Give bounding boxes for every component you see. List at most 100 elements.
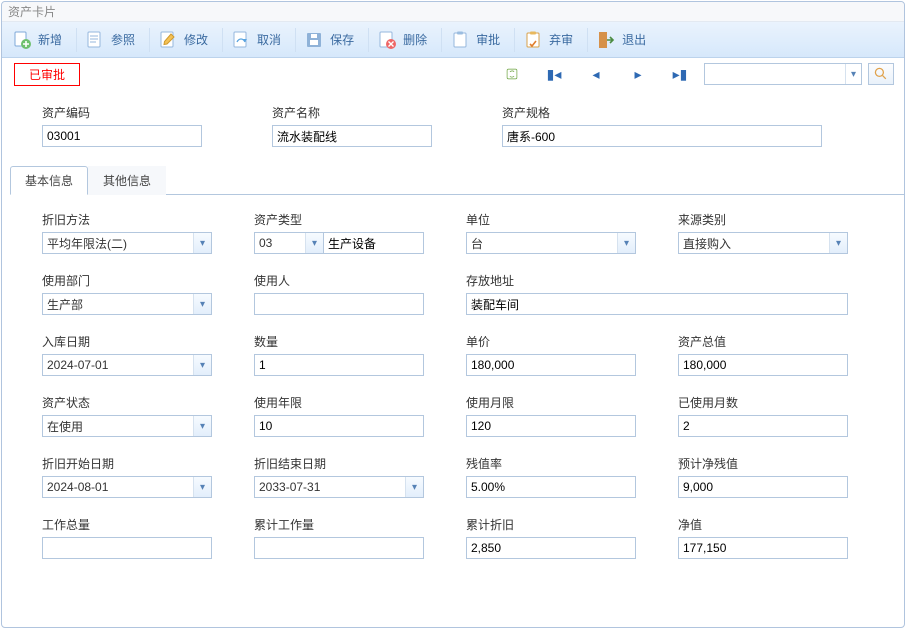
search-input[interactable]: [705, 64, 845, 84]
separator: [368, 28, 369, 52]
qty-input[interactable]: [254, 354, 424, 376]
dep-start-field: 折旧开始日期 2024-08-01▾: [42, 455, 212, 498]
header-fields: 资产编码 资产名称 资产规格: [2, 90, 904, 155]
refer-button[interactable]: 参照: [81, 25, 145, 55]
unapprove-icon: [523, 30, 543, 50]
chevron-down-icon[interactable]: ▾: [193, 416, 211, 436]
next-icon[interactable]: ▸: [628, 64, 648, 84]
net-value-input[interactable]: [678, 537, 848, 559]
asset-name-input[interactable]: [272, 125, 432, 147]
edit-button[interactable]: 修改: [154, 25, 218, 55]
asset-spec-field: 资产规格: [502, 104, 682, 147]
depreciation-method-field: 折旧方法 平均年限法(二)▾: [42, 211, 212, 254]
tab-other[interactable]: 其他信息: [88, 166, 166, 195]
edit-icon: [158, 30, 178, 50]
window-title: 资产卡片: [2, 2, 904, 22]
search-button[interactable]: [868, 63, 894, 85]
unit-field: 单位 台▾: [466, 211, 636, 254]
used-months-input[interactable]: [678, 415, 848, 437]
qty-field: 数量: [254, 333, 424, 376]
in-date-combo[interactable]: 2024-07-01▾: [42, 354, 212, 376]
new-button[interactable]: 新增: [8, 25, 72, 55]
unapprove-button[interactable]: 弃审: [519, 25, 583, 55]
save-icon: [304, 30, 324, 50]
source-combo[interactable]: 直接购入▾: [678, 232, 848, 254]
unit-combo[interactable]: 台▾: [466, 232, 636, 254]
refer-icon: [85, 30, 105, 50]
asset-code-input[interactable]: [42, 125, 202, 147]
work-total-input[interactable]: [42, 537, 212, 559]
delete-icon: [377, 30, 397, 50]
net-salvage-field: 预计净残值: [678, 455, 848, 498]
in-date-field: 入库日期 2024-07-01▾: [42, 333, 212, 376]
years-input[interactable]: [254, 415, 424, 437]
dep-accum-field: 累计折旧: [466, 516, 636, 559]
save-button[interactable]: 保存: [300, 25, 364, 55]
location-input[interactable]: [466, 293, 848, 315]
dept-field: 使用部门 生产部▾: [42, 272, 212, 315]
chevron-down-icon[interactable]: ▾: [829, 233, 847, 253]
user-input[interactable]: [254, 293, 424, 315]
net-value-field: 净值: [678, 516, 848, 559]
tab-basic[interactable]: 基本信息: [10, 166, 88, 195]
status-field: 资产状态 在使用▾: [42, 394, 212, 437]
asset-code-field: 资产编码: [42, 104, 222, 147]
first-icon[interactable]: ▮◂: [544, 64, 564, 84]
status-badge: 已审批: [14, 63, 80, 86]
asset-type-text[interactable]: [324, 232, 424, 254]
cancel-button[interactable]: 取消: [227, 25, 291, 55]
price-input[interactable]: [466, 354, 636, 376]
dep-end-combo[interactable]: 2033-07-31▾: [254, 476, 424, 498]
chevron-down-icon[interactable]: ▾: [617, 233, 635, 253]
price-field: 单价: [466, 333, 636, 376]
approve-button[interactable]: 审批: [446, 25, 510, 55]
separator: [149, 28, 150, 52]
new-icon: [12, 30, 32, 50]
used-months-field: 已使用月数: [678, 394, 848, 437]
user-field: 使用人: [254, 272, 424, 315]
chevron-down-icon[interactable]: ▾: [193, 294, 211, 314]
separator: [76, 28, 77, 52]
location-field: 存放地址: [466, 272, 848, 315]
dept-combo[interactable]: 生产部▾: [42, 293, 212, 315]
delete-button[interactable]: 删除: [373, 25, 437, 55]
separator: [295, 28, 296, 52]
months-field: 使用月限: [466, 394, 636, 437]
salvage-rate-input[interactable]: [466, 476, 636, 498]
separator: [222, 28, 223, 52]
asset-type-field: 资产类型 03▾: [254, 211, 424, 254]
separator: [587, 28, 588, 52]
separator: [441, 28, 442, 52]
net-salvage-input[interactable]: [678, 476, 848, 498]
work-accum-input[interactable]: [254, 537, 424, 559]
chevron-down-icon[interactable]: ▾: [845, 64, 861, 84]
asset-type-combo[interactable]: 03▾: [254, 232, 324, 254]
status-combo[interactable]: 在使用▾: [42, 415, 212, 437]
chevron-down-icon[interactable]: ▾: [405, 477, 423, 497]
dep-end-field: 折旧结束日期 2033-07-31▾: [254, 455, 424, 498]
asset-name-field: 资产名称: [272, 104, 452, 147]
total-field: 资产总值: [678, 333, 848, 376]
total-input[interactable]: [678, 354, 848, 376]
depreciation-method-combo[interactable]: 平均年限法(二)▾: [42, 232, 212, 254]
dep-start-combo[interactable]: 2024-08-01▾: [42, 476, 212, 498]
months-input[interactable]: [466, 415, 636, 437]
chevron-down-icon[interactable]: ▾: [305, 233, 323, 253]
prev-icon[interactable]: ◂: [586, 64, 606, 84]
separator: [514, 28, 515, 52]
search-combo[interactable]: ▾: [704, 63, 862, 85]
form-body: 折旧方法 平均年限法(二)▾ 资产类型 03▾ 单位 台▾ 来源类别 直接购入▾…: [2, 195, 904, 627]
asset-spec-input[interactable]: [502, 125, 822, 147]
search-icon: [873, 66, 889, 82]
nav-row: 已审批 ▮◂ ◂ ▸ ▸▮ ▾: [2, 58, 904, 90]
dep-accum-input[interactable]: [466, 537, 636, 559]
chevron-down-icon[interactable]: ▾: [193, 477, 211, 497]
refresh-icon[interactable]: [502, 64, 522, 84]
source-field: 来源类别 直接购入▾: [678, 211, 848, 254]
approve-icon: [450, 30, 470, 50]
exit-button[interactable]: 退出: [592, 25, 656, 55]
chevron-down-icon[interactable]: ▾: [193, 355, 211, 375]
last-icon[interactable]: ▸▮: [670, 64, 690, 84]
window-frame: 资产卡片 新增 参照 修改 取消 保存 删除: [1, 1, 905, 628]
chevron-down-icon[interactable]: ▾: [193, 233, 211, 253]
